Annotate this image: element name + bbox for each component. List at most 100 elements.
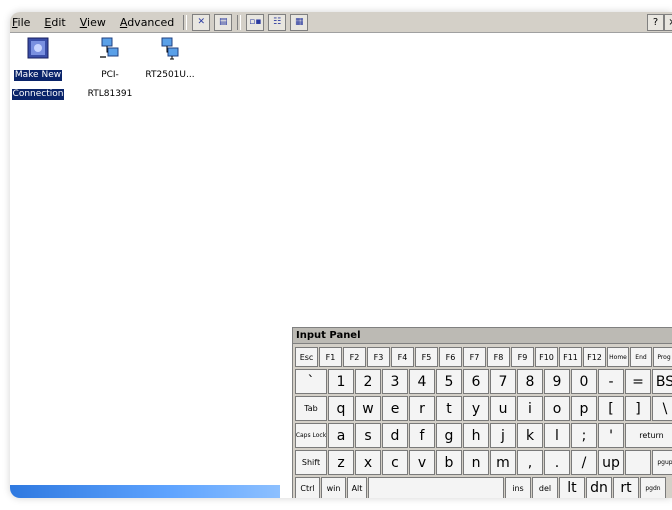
key-home[interactable]: Home: [607, 347, 629, 367]
key-f10[interactable]: F10: [535, 347, 558, 367]
key-f4[interactable]: F4: [391, 347, 414, 367]
key-m[interactable]: m: [490, 450, 516, 475]
key-blank[interactable]: [625, 450, 651, 475]
key-f9[interactable]: F9: [511, 347, 534, 367]
key-k[interactable]: k: [517, 423, 543, 448]
key-caps-lock[interactable]: Caps Lock: [295, 423, 327, 448]
key-semicolon[interactable]: ;: [571, 423, 597, 448]
key-f11[interactable]: F11: [559, 347, 582, 367]
icon-rt2501u[interactable]: RT2501U...: [138, 36, 202, 100]
key-w[interactable]: w: [355, 396, 381, 421]
key-prog[interactable]: Prog: [653, 347, 672, 367]
key-y[interactable]: y: [463, 396, 489, 421]
properties-icon[interactable]: ▤: [214, 13, 233, 31]
key-q[interactable]: q: [328, 396, 354, 421]
key-7[interactable]: 7: [490, 369, 516, 394]
key-ctrl[interactable]: Ctrl: [295, 477, 320, 498]
key-p[interactable]: p: [571, 396, 597, 421]
large-icons-icon[interactable]: ▫▪: [246, 13, 265, 31]
key-c[interactable]: c: [382, 450, 408, 475]
network-connection-icon: [158, 36, 182, 60]
key-f5[interactable]: F5: [415, 347, 438, 367]
key-n[interactable]: n: [463, 450, 489, 475]
list-icon[interactable]: ▦: [290, 13, 309, 31]
key-2[interactable]: 2: [355, 369, 381, 394]
key-v[interactable]: v: [409, 450, 435, 475]
key-f2[interactable]: F2: [343, 347, 366, 367]
key-period[interactable]: .: [544, 450, 570, 475]
key-win[interactable]: win: [321, 477, 346, 498]
key-1[interactable]: 1: [328, 369, 354, 394]
key-x[interactable]: x: [355, 450, 381, 475]
details-icon[interactable]: ☷: [268, 13, 287, 31]
key-comma[interactable]: ,: [517, 450, 543, 475]
key-minus[interactable]: -: [598, 369, 624, 394]
key-s[interactable]: s: [355, 423, 381, 448]
key-tab[interactable]: Tab: [295, 396, 327, 421]
key-6[interactable]: 6: [463, 369, 489, 394]
key-down[interactable]: dn: [586, 477, 612, 498]
key-backtick[interactable]: `: [295, 369, 327, 394]
key-d[interactable]: d: [382, 423, 408, 448]
key-left[interactable]: lt: [559, 477, 585, 498]
key-l[interactable]: l: [544, 423, 570, 448]
key-z[interactable]: z: [328, 450, 354, 475]
delete-icon[interactable]: ✕: [192, 13, 211, 31]
key-ins[interactable]: ins: [505, 477, 531, 498]
menu-view[interactable]: View: [80, 16, 106, 29]
key-pgup[interactable]: pgup: [652, 450, 672, 475]
help-button[interactable]: ?: [647, 14, 664, 31]
icon-make-new-connection[interactable]: Make New Connection: [10, 36, 70, 101]
key-shift[interactable]: Shift: [295, 450, 327, 475]
key-u[interactable]: u: [490, 396, 516, 421]
key-return[interactable]: return: [625, 423, 672, 448]
key-j[interactable]: j: [490, 423, 516, 448]
key-a[interactable]: a: [328, 423, 354, 448]
key-del[interactable]: del: [532, 477, 558, 498]
taskbar[interactable]: [10, 485, 280, 498]
input-panel-title: Input Panel: [293, 328, 672, 344]
key-r[interactable]: r: [409, 396, 435, 421]
key-3[interactable]: 3: [382, 369, 408, 394]
key-o[interactable]: o: [544, 396, 570, 421]
menu-edit[interactable]: Edit: [44, 16, 65, 29]
key-backspace[interactable]: BS: [652, 369, 672, 394]
key-4[interactable]: 4: [409, 369, 435, 394]
key-f3[interactable]: F3: [367, 347, 390, 367]
key-backslash[interactable]: \: [652, 396, 672, 421]
key-up[interactable]: up: [598, 450, 624, 475]
key-pgdn[interactable]: pgdn: [640, 477, 666, 498]
keyboard-row-number: ` 1 2 3 4 5 6 7 8 9 0 - = BS: [295, 369, 672, 394]
key-f[interactable]: f: [409, 423, 435, 448]
key-quote[interactable]: ': [598, 423, 624, 448]
key-f1[interactable]: F1: [319, 347, 342, 367]
key-right-bracket[interactable]: ]: [625, 396, 651, 421]
key-g[interactable]: g: [436, 423, 462, 448]
menu-bar: File Edit View Advanced ✕ ▤ ▫▪ ☷ ▦ ? ×: [10, 12, 672, 33]
key-8[interactable]: 8: [517, 369, 543, 394]
key-alt[interactable]: Alt: [347, 477, 367, 498]
menu-advanced[interactable]: Advanced: [120, 16, 174, 29]
key-h[interactable]: h: [463, 423, 489, 448]
key-end[interactable]: End: [630, 347, 652, 367]
key-0[interactable]: 0: [571, 369, 597, 394]
menu-file[interactable]: File: [12, 16, 30, 29]
key-f12[interactable]: F12: [583, 347, 606, 367]
key-right[interactable]: rt: [613, 477, 639, 498]
key-space[interactable]: [368, 477, 504, 498]
close-button[interactable]: ×: [664, 14, 672, 31]
key-f6[interactable]: F6: [439, 347, 462, 367]
key-e[interactable]: e: [382, 396, 408, 421]
key-b[interactable]: b: [436, 450, 462, 475]
key-slash[interactable]: /: [571, 450, 597, 475]
key-equals[interactable]: =: [625, 369, 651, 394]
key-esc[interactable]: Esc: [295, 347, 318, 367]
key-f7[interactable]: F7: [463, 347, 486, 367]
key-t[interactable]: t: [436, 396, 462, 421]
key-left-bracket[interactable]: [: [598, 396, 624, 421]
key-i[interactable]: i: [517, 396, 543, 421]
icon-pci-rtl81391[interactable]: PCI- RTL81391: [78, 36, 142, 100]
key-f8[interactable]: F8: [487, 347, 510, 367]
key-9[interactable]: 9: [544, 369, 570, 394]
key-5[interactable]: 5: [436, 369, 462, 394]
